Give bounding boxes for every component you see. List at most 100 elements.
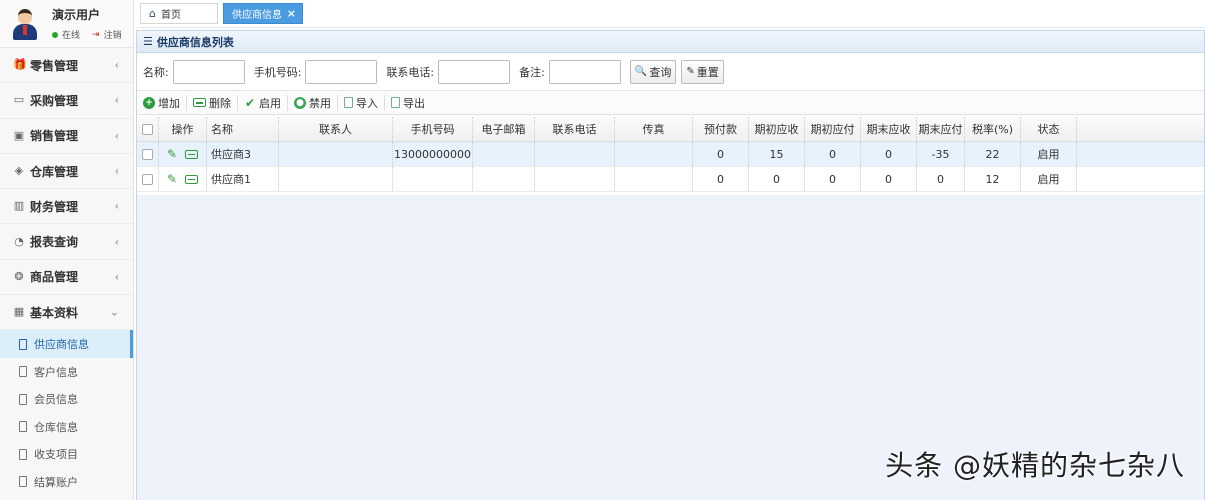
remark-input[interactable] [548,59,621,84]
checkbox[interactable] [142,123,153,135]
watermark: 头条 @妖精的杂七杂八 [885,449,1185,482]
logout-icon[interactable]: ⇥ [92,30,100,40]
table-cell: 22 [965,142,1021,166]
disable-button[interactable]: ● 禁用 [294,94,338,111]
sidebar-item-label: 商品管理 [30,270,79,285]
tab-home[interactable]: ⌂ 首页 [140,3,218,24]
export-icon [391,97,400,108]
sidebar-item-7[interactable]: ▦ 基本资料 ⌄ [0,295,133,331]
disable-label: 禁用 [309,96,331,110]
sidebar-item-6[interactable]: ❂ 商品管理 ‹ [0,260,133,296]
table-header: 操作 名称 联系人 手机号码 电子邮箱 联系电话 传真 预付款 期初应收 期初应付 期末应收 期末应付… [137,117,1204,142]
checkbox[interactable] [142,173,153,185]
sidebar-subitem-label: 结算账户 [34,475,78,489]
layers-icon: ◈ [14,164,24,178]
table-cell [615,142,693,166]
sidebar-subitem-label: 收支项目 [34,448,78,462]
reset-button[interactable]: ✎ 重置 [681,59,724,84]
table-cell: 0 [861,142,917,166]
table-cell: ✎ [159,142,207,166]
sidebar-item-label: 零售管理 [30,58,79,73]
sidebar-item-4[interactable]: ▥ 财务管理 ‹ [0,189,133,225]
grid-icon: ▦ [13,305,25,319]
checkbox[interactable] [142,148,153,160]
import-icon [344,97,353,108]
table-row[interactable]: ✎ 供应商3 13000000000 0 15 0 0 -35 22 启用 [137,142,1204,167]
column-header: 传真 [615,117,693,141]
column-header: 操作 [159,117,207,141]
logout-link[interactable]: 注销 [104,28,122,41]
table-cell [393,167,473,191]
enable-label: 启用 [259,96,281,110]
delete-row-icon[interactable] [185,174,199,184]
row-checkbox-cell [137,117,159,141]
column-header: 期初应收 [749,117,805,141]
sidebar-subitem-0[interactable]: 供应商信息 [0,330,133,358]
delete-button[interactable]: 删除 [193,94,238,111]
table-cell: 0 [693,167,749,191]
tab-home-label: 首页 [160,10,181,21]
sidebar-subitem-1[interactable]: 客户信息 [0,358,133,386]
column-header: 期初应付 [805,117,861,141]
query-label: 查询 [649,65,672,79]
document-icon [19,421,27,433]
document-icon [19,393,27,405]
disable-icon: ● [294,96,306,109]
column-header: 联系人 [279,117,393,141]
document-icon [19,476,27,488]
supplier-panel: ☰ 供应商信息列表 名称: 手机号码: 联系电话: 备注: 🔍 查询 ✎ 重置 … [136,30,1205,500]
add-button[interactable]: + 增加 [143,94,187,111]
phone-input[interactable] [305,59,378,84]
column-header: 期末应付 [917,117,965,141]
chevron-left-icon: ‹ [114,235,119,249]
sidebar-subitem-label: 会员信息 [34,393,78,407]
supplier-table: 操作 名称 联系人 手机号码 电子邮箱 联系电话 传真 预付款 期初应收 期初应付 期末应收 期末应付… [137,117,1204,192]
sidebar-subitem-label: 客户信息 [34,365,78,379]
column-header: 手机号码 [393,117,473,141]
export-label: 导出 [403,96,425,110]
document-icon [19,366,27,378]
sidebar-item-label: 仓库管理 [30,164,79,179]
online-dot-icon [52,31,58,38]
sidebar-item-2[interactable]: ▣ 销售管理 ‹ [0,119,133,154]
name-label: 名称: [143,65,169,79]
chevron-left-icon: ‹ [114,199,119,213]
sidebar-item-1[interactable]: ▭ 采购管理 ‹ [0,83,133,119]
query-button[interactable]: 🔍 查询 [629,59,677,84]
sidebar-subitem-2[interactable]: 会员信息 [0,385,133,413]
export-button[interactable]: 导出 [391,95,431,111]
sidebar-subitem-4[interactable]: 收支项目 [0,440,133,468]
column-header: 状态 [1021,117,1077,141]
table-cell [535,167,615,191]
sidebar-item-5[interactable]: ◔ 报表查询 ‹ [0,224,133,260]
enable-button[interactable]: ✔ 启用 [244,94,288,111]
import-label: 导入 [356,96,378,110]
gift-icon: 🎁 [13,58,27,72]
tel-input[interactable] [438,59,511,84]
table-row[interactable]: ✎ 供应商1 0 0 0 0 0 12 启用 [137,167,1204,192]
import-button[interactable]: 导入 [344,94,385,111]
sidebar-subitem-label: 供应商信息 [34,338,89,352]
sidebar-item-0[interactable]: 🎁 零售管理 ‹ [0,48,133,84]
sidebar-subitem-5[interactable]: 结算账户 [0,468,133,496]
sidebar-item-3[interactable]: ◈ 仓库管理 ‹ [0,154,133,190]
table-cell: 0 [805,167,861,191]
table-cell: 0 [693,142,749,166]
delete-row-icon[interactable] [185,149,199,159]
check-icon: ✔ [244,95,256,110]
name-input[interactable] [172,59,245,84]
user-name: 演示用户 [52,8,101,22]
edit-icon[interactable]: ✎ [167,147,177,161]
document-icon [19,338,27,350]
edit-icon[interactable]: ✎ [167,172,177,186]
sidebar-item-label: 销售管理 [30,129,79,144]
search-icon: 🔍 [634,66,648,77]
column-header: 税率(%) [965,117,1021,141]
tab-supplier-info[interactable]: 供应商信息 × [223,3,303,24]
plus-icon: + [143,96,155,109]
sidebar-subitem-3[interactable]: 仓库信息 [0,413,133,441]
minus-icon [193,98,206,107]
column-header: 期末应收 [861,117,917,141]
table-cell [473,167,535,191]
close-icon[interactable]: × [287,7,296,20]
